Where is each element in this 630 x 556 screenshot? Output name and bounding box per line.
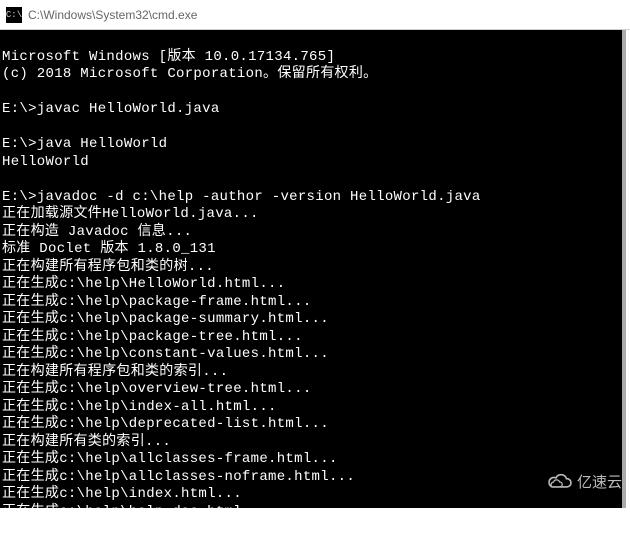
window-title: C:\Windows\System32\cmd.exe [28,8,197,22]
command-line: E:\>java HelloWorld [2,136,167,152]
output-line: 正在生成c:\help\package-frame.html... [2,294,312,310]
cmd-icon: C:\ [6,7,22,23]
output-line: 正在生成c:\help\package-summary.html... [2,311,329,327]
output-line: 正在生成c:\help\constant-values.html... [2,346,329,362]
command-line: E:\>javac HelloWorld.java [2,101,220,117]
prompt-line[interactable]: E:\> [2,539,44,555]
output-line: 正在构建所有程序包和类的树... [2,259,214,275]
command-line: E:\>javadoc -d c:\help -author -version … [2,189,481,205]
output-line: 正在构建所有类的索引... [2,434,171,450]
output-line: 正在生成c:\help\overview-tree.html... [2,381,312,397]
output-line: 正在构造 Javadoc 信息... [2,224,192,240]
output-line: 正在生成c:\help\help-doc.html... [2,504,268,520]
output-line: Microsoft Windows [版本 10.0.17134.765] [2,49,335,65]
output-line: 标准 Doclet 版本 1.8.0_131 [2,241,216,257]
output-line: 正在生成c:\help\index-all.html... [2,399,277,415]
output-line: (c) 2018 Microsoft Corporation。保留所有权利。 [2,66,377,82]
output-line: HelloWorld [2,154,89,170]
output-line: 正在生成c:\help\deprecated-list.html... [2,416,329,432]
watermark: 亿速云 [547,471,622,492]
output-line: 正在生成c:\help\HelloWorld.html... [2,276,285,292]
output-line: 正在生成c:\help\index.html... [2,486,242,502]
output-line: 正在构建所有程序包和类的索引... [2,364,228,380]
title-bar[interactable]: C:\ C:\Windows\System32\cmd.exe [0,0,630,30]
cursor [36,541,44,555]
output-line: 正在加载源文件HelloWorld.java... [2,206,259,222]
watermark-text: 亿速云 [577,471,622,492]
output-line: 正在生成c:\help\package-tree.html... [2,329,303,345]
terminal-output[interactable]: Microsoft Windows [版本 10.0.17134.765] (c… [0,30,626,508]
output-line: 正在生成c:\help\allclasses-frame.html... [2,451,338,467]
cloud-icon [547,473,573,491]
output-line: 正在生成c:\help\allclasses-noframe.html... [2,469,355,485]
prompt: E:\> [2,539,37,555]
